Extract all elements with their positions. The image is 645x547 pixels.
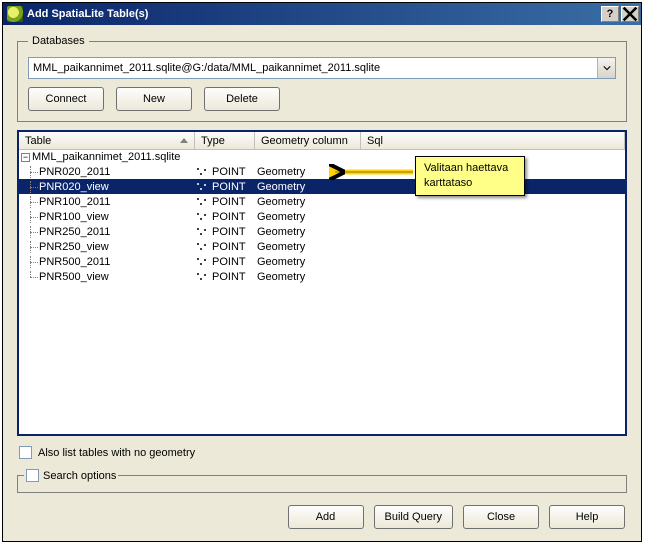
table-row[interactable]: PNR100_view POINT Geometry [19, 209, 625, 224]
row-geom: Geometry [257, 271, 305, 283]
tree-branch-icon [25, 211, 37, 223]
table-body: − MML_paikannimet_2011.sqlite PNR020_201… [19, 150, 625, 434]
row-name: PNR500_view [39, 271, 109, 283]
database-combo-row: MML_paikannimet_2011.sqlite@G:/data/MML_… [28, 57, 616, 79]
tree-branch-icon [25, 166, 37, 178]
point-geometry-icon [195, 182, 209, 192]
footer-buttons: Add Build Query Close Help [17, 501, 627, 531]
table-header: Table Type Geometry column Sql [19, 132, 625, 150]
row-geom: Geometry [257, 181, 305, 193]
database-node[interactable]: − MML_paikannimet_2011.sqlite [19, 150, 625, 164]
table-row[interactable]: PNR500_2011 POINT Geometry [19, 254, 625, 269]
table-list: Table Type Geometry column Sql − MML_pai… [17, 130, 627, 436]
row-type: POINT [212, 181, 246, 193]
database-selected-value: MML_paikannimet_2011.sqlite@G:/data/MML_… [33, 62, 380, 74]
table-row[interactable]: PNR250_view POINT Geometry [19, 239, 625, 254]
row-geom: Geometry [257, 196, 305, 208]
connect-button[interactable]: Connect [28, 87, 104, 111]
row-name: PNR500_2011 [39, 256, 110, 268]
point-geometry-icon [195, 242, 209, 252]
table-row[interactable]: PNR250_2011 POINT Geometry [19, 224, 625, 239]
row-name: PNR250_view [39, 241, 109, 253]
chevron-down-icon[interactable] [597, 58, 615, 78]
search-options-group: Search options [17, 469, 627, 493]
annotation-line2: karttataso [424, 176, 516, 191]
column-header-table[interactable]: Table [19, 132, 195, 149]
point-geometry-icon [195, 272, 209, 282]
dialog-content: Databases MML_paikannimet_2011.sqlite@G:… [3, 25, 641, 541]
point-geometry-icon [195, 212, 209, 222]
nogeom-checkbox-row[interactable]: Also list tables with no geometry [17, 444, 627, 461]
point-geometry-icon [195, 257, 209, 267]
row-geom: Geometry [257, 256, 305, 268]
row-geom: Geometry [257, 241, 305, 253]
nogeom-checkbox-label: Also list tables with no geometry [38, 447, 195, 459]
tree-branch-icon [25, 256, 37, 268]
row-geom: Geometry [257, 211, 305, 223]
column-header-sql[interactable]: Sql [361, 132, 625, 149]
column-header-type[interactable]: Type [195, 132, 255, 149]
table-row[interactable]: PNR500_view POINT Geometry [19, 269, 625, 284]
collapse-icon[interactable]: − [21, 153, 30, 162]
build-query-button[interactable]: Build Query [374, 505, 453, 529]
window-title: Add SpatiaLite Table(s) [27, 8, 599, 20]
row-name: PNR020_2011 [39, 166, 110, 178]
row-type: POINT [212, 256, 246, 268]
app-icon [7, 6, 23, 22]
help-button[interactable]: Help [549, 505, 625, 529]
annotation-line1: Valitaan haettava [424, 161, 516, 176]
row-name: PNR100_2011 [39, 196, 110, 208]
delete-button[interactable]: Delete [204, 87, 280, 111]
row-type: POINT [212, 196, 246, 208]
tree-branch-icon [25, 196, 37, 208]
tree-branch-icon [25, 241, 37, 253]
new-button[interactable]: New [116, 87, 192, 111]
table-row[interactable]: PNR100_2011 POINT Geometry [19, 194, 625, 209]
point-geometry-icon [195, 227, 209, 237]
titlebar: Add SpatiaLite Table(s) ? [3, 3, 641, 25]
add-button[interactable]: Add [288, 505, 364, 529]
row-name: PNR250_2011 [39, 226, 110, 238]
close-button[interactable]: Close [463, 505, 539, 529]
row-type: POINT [212, 211, 246, 223]
row-type: POINT [212, 241, 246, 253]
search-options-legend[interactable]: Search options [24, 469, 118, 482]
databases-group: Databases MML_paikannimet_2011.sqlite@G:… [17, 35, 627, 122]
annotation-callout: Valitaan haettava karttataso [415, 156, 525, 196]
row-type: POINT [212, 166, 246, 178]
database-button-row: Connect New Delete [28, 87, 616, 111]
dialog-window: Add SpatiaLite Table(s) ? Databases MML_… [2, 2, 642, 542]
tree-branch-icon [25, 181, 37, 193]
row-geom: Geometry [257, 226, 305, 238]
point-geometry-icon [195, 167, 209, 177]
row-type: POINT [212, 226, 246, 238]
tree-branch-icon [25, 226, 37, 238]
database-node-label: MML_paikannimet_2011.sqlite [32, 151, 180, 163]
nogeom-checkbox[interactable] [19, 446, 32, 459]
row-name: PNR020_view [39, 181, 109, 193]
row-geom: Geometry [257, 166, 305, 178]
databases-legend: Databases [28, 35, 89, 47]
table-row[interactable]: PNR020_2011 POINT Geometry [19, 164, 625, 179]
search-options-checkbox[interactable] [26, 469, 39, 482]
point-geometry-icon [195, 197, 209, 207]
row-type: POINT [212, 271, 246, 283]
column-header-geometry[interactable]: Geometry column [255, 132, 361, 149]
row-name: PNR100_view [39, 211, 109, 223]
database-combobox[interactable]: MML_paikannimet_2011.sqlite@G:/data/MML_… [28, 57, 616, 79]
search-options-label: Search options [43, 470, 116, 482]
help-button-titlebar[interactable]: ? [601, 6, 619, 22]
table-row[interactable]: PNR020_view POINT Geometry [19, 179, 625, 194]
close-button-titlebar[interactable] [621, 6, 639, 22]
tree-branch-icon [25, 271, 37, 283]
